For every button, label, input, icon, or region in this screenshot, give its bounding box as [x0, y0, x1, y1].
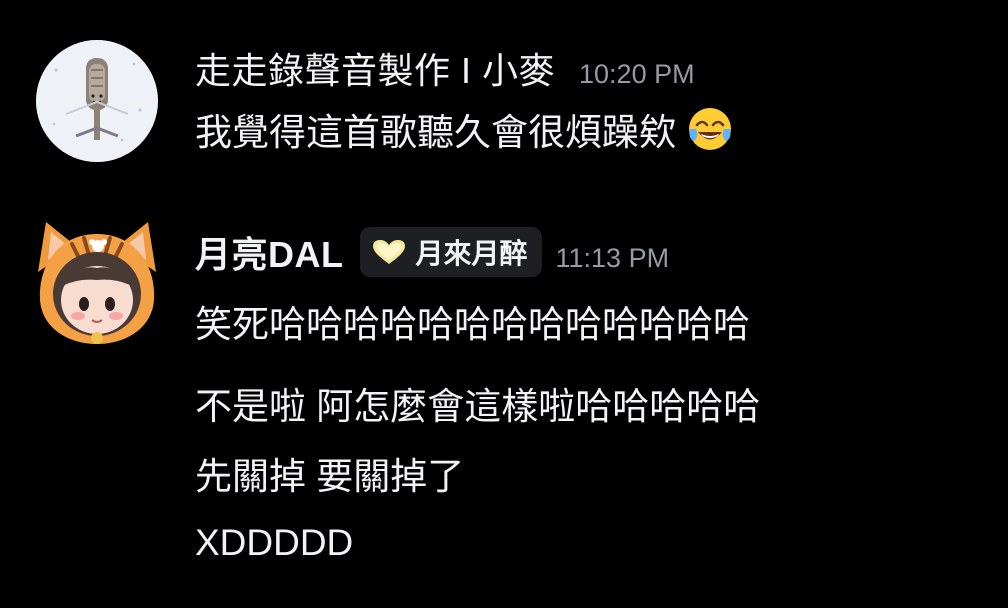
message-header: 走走錄聲音製作 I 小麥 10:20 PM: [195, 42, 695, 94]
server-tag-label: 月來月醉: [415, 238, 528, 269]
server-tag[interactable]: 月來月醉: [359, 227, 542, 277]
chat-message: 月亮DAL 月來月醉 11:13 PM 笑死哈哈哈哈哈哈哈哈哈哈哈哈哈 不是啦 …: [0, 200, 1008, 608]
tiger-hood-girl-icon: [38, 222, 156, 344]
microphone-icon: [36, 40, 158, 162]
message-line: 我覺得這首歌聽久會很煩躁欸: [195, 112, 676, 153]
yellow-heart-icon: [372, 240, 405, 264]
chat-message: 走走錄聲音製作 I 小麥 10:20 PM 我覺得這首歌聽久會很煩躁欸: [0, 0, 1008, 190]
username[interactable]: 月亮DAL: [195, 226, 344, 278]
message-line: 不是啦 阿怎麼會這樣啦哈哈哈哈哈: [195, 386, 761, 427]
message-line: 笑死哈哈哈哈哈哈哈哈哈哈哈哈哈: [195, 304, 750, 345]
message-line: XDDDDD: [195, 522, 354, 563]
avatar[interactable]: [36, 40, 158, 162]
username[interactable]: 走走錄聲音製作 I 小麥: [195, 42, 555, 94]
avatar[interactable]: [36, 220, 158, 344]
timestamp: 10:20 PM: [579, 59, 695, 89]
message-text: 我覺得這首歌聽久會很煩躁欸: [195, 102, 734, 156]
face-with-tears-of-joy-icon: [689, 108, 731, 150]
timestamp: 11:13 PM: [555, 243, 670, 273]
message-header: 月亮DAL 月來月醉 11:13 PM: [195, 226, 669, 279]
message-line: 先關掉 要關掉了: [195, 456, 465, 497]
